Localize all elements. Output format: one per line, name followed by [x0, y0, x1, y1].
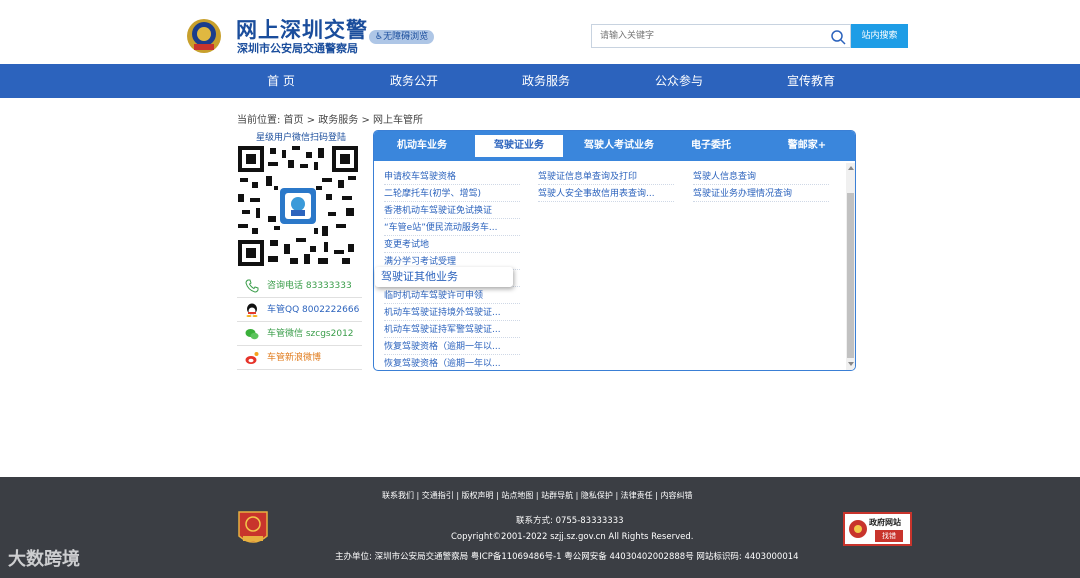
search-box — [591, 24, 851, 48]
service-link[interactable]: 恢复驾驶资格（逾期一年以... — [384, 356, 520, 370]
watermark: 大数跨境 — [8, 549, 80, 570]
tab-exam-business[interactable]: 驾驶人考试业务 — [574, 135, 664, 157]
footer-contact: 联系方式: 0755-83333333 — [516, 516, 624, 526]
service-link[interactable]: 香港机动车驾驶证免试换证 — [384, 203, 520, 219]
service-link[interactable]: 申请校车驾驶资格 — [384, 169, 520, 185]
nav-home[interactable]: 首 页 — [236, 64, 326, 98]
gov-website-error-badge[interactable]: 政府网站 找错 — [843, 512, 912, 546]
service-link[interactable]: 临时机动车驾驶许可申领 — [384, 288, 520, 304]
qr-code-image — [238, 146, 358, 266]
search-input[interactable] — [600, 25, 810, 47]
footer-sponsor: 主办单位: 深圳市公安局交通警察局 粤ICP备11069486号-1 粤公网安备… — [335, 552, 799, 562]
tab-license-business[interactable]: 驾驶证业务 — [475, 135, 563, 157]
accessibility-button[interactable]: ♿无障碍浏览 — [369, 30, 435, 44]
nav-government-services[interactable]: 政务服务 — [501, 64, 591, 98]
weibo-icon — [245, 352, 259, 364]
site-subtitle: 深圳市公安局交通警察局 — [237, 42, 358, 55]
tab-police-post[interactable]: 警邮家+ — [770, 135, 844, 157]
contact-wechat[interactable]: 车管微信 szcgs2012 — [237, 322, 362, 346]
nav-public-participation[interactable]: 公众参与 — [634, 64, 724, 98]
footer-links[interactable]: 联系我们 | 交通指引 | 版权声明 | 站点地图 | 站群导航 | 隐私保护 … — [382, 490, 692, 501]
gov-badge-error-label: 找错 — [875, 530, 903, 542]
hover-tooltip-license-other[interactable]: 驾驶证其他业务 — [375, 267, 513, 287]
contact-weibo[interactable]: 车管新浪微博 — [237, 346, 362, 370]
contact-phone[interactable]: 咨询电话 83333333 — [237, 274, 362, 298]
contact-phone-text: 咨询电话 83333333 — [267, 281, 352, 291]
nav-government-affairs[interactable]: 政务公开 — [369, 64, 459, 98]
service-link[interactable]: 恢复驾驶资格（逾期一年以... — [384, 339, 520, 355]
site-header: 网上深圳交警 深圳市公安局交通警察局 ♿无障碍浏览 站内搜索 — [0, 0, 1080, 64]
party-government-badge-icon[interactable] — [237, 510, 269, 548]
contact-wechat-text: 车管微信 szcgs2012 — [267, 329, 354, 339]
service-panel: 机动车业务 驾驶证业务 驾驶人考试业务 电子委托 警邮家+ 申请校车驾驶资格 二… — [373, 130, 856, 371]
panel-scrollbar[interactable] — [846, 163, 855, 370]
service-link[interactable]: 驾驶人安全事故信用表查询... — [538, 186, 674, 202]
site-footer: 联系我们 | 交通指引 | 版权声明 | 站点地图 | 站群导航 | 隐私保护 … — [0, 477, 1080, 578]
gov-emblem-icon — [849, 520, 867, 538]
main-nav: 首 页 政务公开 政务服务 公众参与 宣传教育 — [0, 64, 1080, 98]
accessibility-label: 无障碍浏览 — [383, 32, 429, 42]
tab-vehicle-business[interactable]: 机动车业务 — [384, 135, 460, 157]
scroll-up-icon[interactable] — [848, 166, 854, 170]
service-link[interactable]: 机动车驾驶证持境外驾驶证... — [384, 305, 520, 321]
wechat-icon — [245, 329, 259, 340]
footer-copyright: Copyright©2001-2022 szjj.sz.gov.cn All R… — [451, 532, 694, 542]
site-search-button[interactable]: 站内搜索 — [851, 24, 908, 48]
contact-qq[interactable]: 车管QQ 8002222666 — [237, 298, 362, 322]
breadcrumb: 当前位置: 首页 > 政务服务 > 网上车管所 — [237, 115, 424, 126]
scroll-down-icon[interactable] — [848, 362, 854, 366]
service-tabs: 机动车业务 驾驶证业务 驾驶人考试业务 电子委托 警邮家+ — [374, 131, 855, 161]
nav-publicity-education[interactable]: 宣传教育 — [766, 64, 856, 98]
scroll-thumb[interactable] — [847, 193, 854, 358]
qq-icon — [246, 303, 258, 317]
service-link[interactable]: 二轮摩托车(初学、增驾) — [384, 186, 520, 202]
contact-weibo-text: 车管新浪微博 — [267, 353, 322, 363]
service-link[interactable]: 机动车驾驶证持军警驾驶证... — [384, 322, 520, 338]
tab-e-entrust[interactable]: 电子委托 — [676, 135, 746, 157]
service-link[interactable]: 变更考试地 — [384, 237, 520, 253]
service-link[interactable]: 驾驶证信息单查询及打印 — [538, 169, 674, 185]
service-link[interactable]: 驾驶证业务办理情况查询 — [693, 186, 829, 202]
contact-qq-text: 车管QQ 8002222666 — [267, 305, 360, 315]
service-links: 申请校车驾驶资格 二轮摩托车(初学、增驾) 香港机动车驾驶证免试换证 “车管e站… — [374, 161, 846, 370]
service-link[interactable]: 驾驶人信息查询 — [693, 169, 829, 185]
gov-badge-title: 政府网站 — [869, 518, 901, 527]
search-icon[interactable] — [830, 29, 846, 45]
phone-icon — [245, 279, 259, 293]
police-emblem-icon — [187, 19, 221, 53]
service-link[interactable]: “车管e站”便民流动服务车... — [384, 220, 520, 236]
qr-title: 星级用户微信扫码登陆 — [256, 133, 347, 143]
